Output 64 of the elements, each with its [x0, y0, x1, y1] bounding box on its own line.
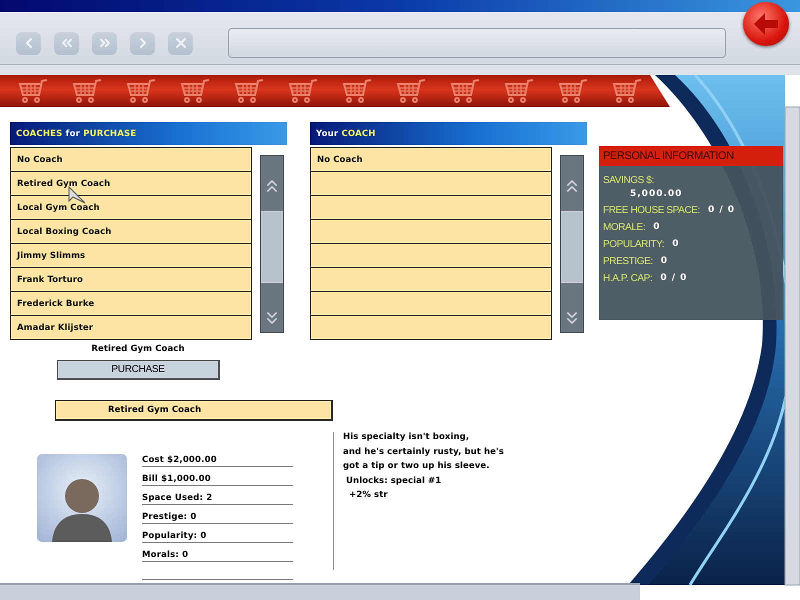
- info-label: FREE HOUSE SPACE:: [603, 205, 700, 216]
- purchase-button[interactable]: PURCHASE: [57, 360, 220, 380]
- header-word: COACHES: [16, 128, 62, 138]
- empty-list-row[interactable]: [311, 220, 551, 244]
- cart-icon: [396, 78, 426, 104]
- cart-icon: [18, 78, 48, 104]
- info-value: 0: [653, 222, 660, 233]
- panel-title: PERSONAL INFORMATION: [599, 146, 783, 166]
- list-item[interactable]: Local Boxing Coach: [11, 220, 251, 244]
- info-value: 0: [672, 239, 680, 250]
- empty-list-row[interactable]: [311, 196, 551, 220]
- list-item[interactable]: Amadar Klijster: [11, 316, 251, 340]
- list-item[interactable]: Frank Torturo: [11, 268, 251, 292]
- coach-stat: Popularity: 0: [142, 524, 293, 543]
- cart-icon: [72, 78, 102, 104]
- coach-stat: Space Used: 2: [142, 486, 293, 505]
- coach-stat: Morals: 0: [142, 543, 293, 562]
- cart-icon: [558, 78, 588, 104]
- cart-icon: [504, 78, 534, 104]
- info-label: H.A.P. CAP:: [603, 273, 652, 284]
- cart-icon: [612, 78, 642, 104]
- info-value: 0 / 0: [708, 205, 736, 216]
- info-label: SAVINGS $:: [603, 175, 655, 186]
- info-label: MORALE:: [603, 222, 646, 233]
- description-line: Unlocks: special #1: [345, 476, 442, 487]
- coach-name-bar: Retired Gym Coach: [55, 400, 333, 421]
- coach-stat: Cost $2,000.00: [142, 448, 293, 467]
- empty-list-row[interactable]: [311, 244, 551, 268]
- scroll-bar[interactable]: [260, 155, 284, 333]
- empty-list-row[interactable]: [311, 292, 551, 316]
- description-line: His specialty isn't boxing,: [343, 432, 470, 444]
- header-word: Your: [316, 128, 338, 138]
- cart-icon: [180, 78, 210, 104]
- empty-list-row[interactable]: [311, 268, 551, 292]
- list-item[interactable]: Retired Gym Coach: [11, 172, 251, 196]
- info-value: 0 / 0: [660, 273, 688, 284]
- info-label: PRESTIGE:: [603, 256, 653, 267]
- empty-list-row[interactable]: [311, 316, 551, 340]
- list-item[interactable]: Frederick Burke: [11, 292, 251, 316]
- list-item[interactable]: Local Gym Coach: [11, 196, 251, 220]
- cart-icon: [450, 78, 480, 104]
- info-label: POPULARITY:: [603, 239, 664, 250]
- cart-icon: [288, 78, 318, 104]
- list-item[interactable]: No Coach: [11, 148, 251, 172]
- list-item[interactable]: No Coach: [311, 148, 551, 172]
- cart-icon: [342, 78, 372, 104]
- address-field[interactable]: [228, 28, 726, 58]
- header-word: PURCHASE: [83, 128, 136, 138]
- description-line: +2% str: [348, 490, 389, 502]
- description-line: got a tip or two up his sleeve.: [343, 461, 491, 472]
- header-word: COACH: [341, 128, 376, 138]
- cart-icon: [234, 78, 264, 104]
- back-arrow-icon: [753, 12, 779, 36]
- list-item[interactable]: Jimmy Slimms: [11, 244, 251, 268]
- scroll-bar[interactable]: [560, 155, 584, 333]
- info-value: 0: [660, 256, 668, 267]
- selected-coach-caption: Retired Gym Coach: [90, 344, 186, 354]
- cart-icon: [126, 78, 156, 104]
- header-word: for: [66, 128, 80, 138]
- empty-list-row[interactable]: [311, 172, 551, 196]
- description-line: and he's certainly rusty, but he's: [343, 446, 504, 458]
- coach-stat: Bill $1,000.00: [142, 467, 293, 486]
- coach-stat: Prestige: 0: [142, 505, 293, 524]
- info-value: 5,000.00: [629, 189, 684, 199]
